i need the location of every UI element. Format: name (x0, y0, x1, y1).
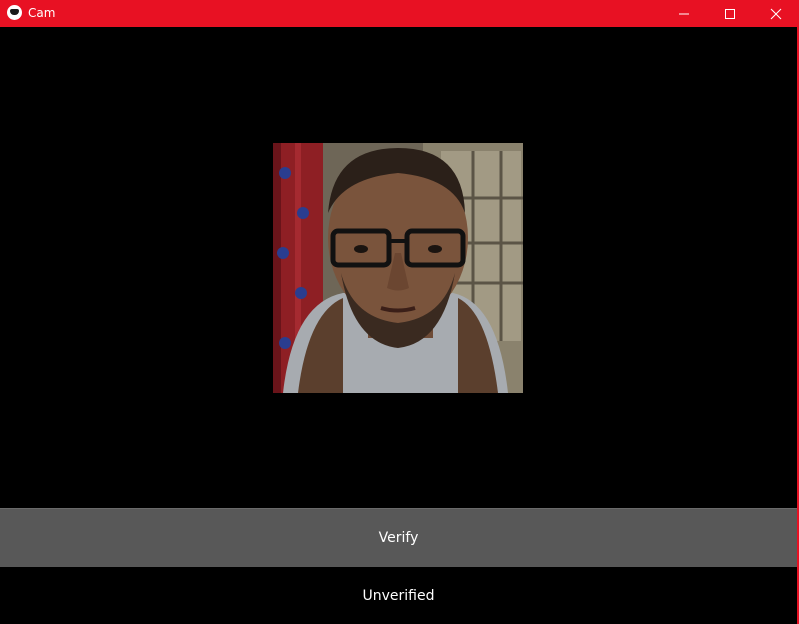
close-button[interactable] (753, 0, 799, 27)
window-title: Cam (28, 6, 56, 20)
app-logo-icon (7, 5, 22, 20)
minimize-icon (679, 13, 689, 14)
minimize-button[interactable] (661, 0, 707, 27)
maximize-icon (725, 8, 735, 19)
app-window: Cam Verify Unverified (0, 0, 799, 624)
title-bar[interactable]: Cam (0, 0, 799, 27)
camera-frame-image (273, 143, 523, 393)
close-icon (770, 8, 782, 19)
verification-status: Unverified (362, 587, 435, 604)
maximize-button[interactable] (707, 0, 753, 27)
camera-feed (273, 143, 523, 393)
verify-button[interactable]: Verify (0, 508, 797, 567)
